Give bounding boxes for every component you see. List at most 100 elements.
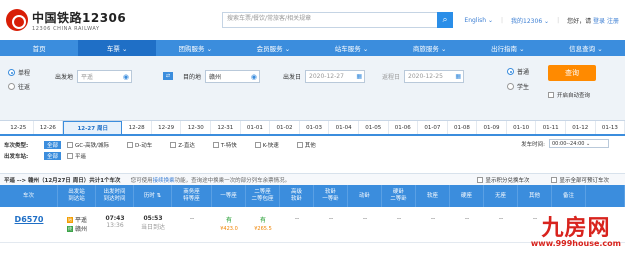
checkbox-box xyxy=(67,152,74,159)
nav-group[interactable]: 团购服务 ⌄ xyxy=(156,40,234,56)
filter-t[interactable]: T-特快 xyxy=(212,141,237,149)
date-tab[interactable]: 01-02 xyxy=(270,121,300,134)
date-tab[interactable]: 01-13 xyxy=(596,121,625,134)
checkbox-label: D-动车 xyxy=(134,142,153,149)
col-label: 软卧 一等卧 xyxy=(322,189,339,202)
watermark: 九房网 www.999house.com xyxy=(531,217,621,248)
my-12306-menu[interactable]: 我的12306 ⌄ xyxy=(511,16,549,25)
logo[interactable]: 中国铁路12306 12306 CHINA RAILWAY xyxy=(6,9,211,32)
date-tab[interactable]: 01-11 xyxy=(536,121,566,134)
cell-first[interactable]: 有 ¥423.0 xyxy=(212,207,246,242)
checkbox-box xyxy=(170,141,177,148)
ticket-type: 普通 学生 xyxy=(507,67,529,91)
display-options: 显示积分兑换车次 显示全部可预订车次 xyxy=(477,176,621,184)
show-points-checkbox[interactable]: 显示积分兑换车次 xyxy=(477,176,529,184)
filter-z[interactable]: Z-直达 xyxy=(170,141,195,149)
col-label: 硬卧 二等卧 xyxy=(390,189,407,202)
depart-field: 出发日 2020-12-27 ▦ xyxy=(283,70,366,83)
col-soft: 软卧 一等卧 xyxy=(314,185,348,207)
date-tab[interactable]: 01-06 xyxy=(389,121,419,134)
nav-station[interactable]: 站车服务 ⌄ xyxy=(313,40,391,56)
query-button[interactable]: 查询 xyxy=(548,65,596,81)
date-tab[interactable]: 01-10 xyxy=(507,121,537,134)
search-input[interactable]: 搜索车票/餐饮/常旅客/相关规章 xyxy=(222,12,437,28)
filter-other[interactable]: 其他 xyxy=(296,141,316,149)
date-tab[interactable]: 12-28 xyxy=(122,121,152,134)
filter-k[interactable]: K-快速 xyxy=(254,141,279,149)
depart-value: 2020-12-27 xyxy=(309,73,344,80)
date-tab[interactable]: 12-31 xyxy=(211,121,241,134)
radio-return[interactable]: 往返 xyxy=(8,82,30,91)
filter-gc[interactable]: GC-高铁/城际 xyxy=(67,141,109,149)
nav-guide[interactable]: 出行指南 ⌄ xyxy=(469,40,547,56)
auto-query-checkbox[interactable]: 开启自动查询 xyxy=(548,91,590,99)
checkbox-label: K-快速 xyxy=(262,142,279,149)
return-date-input[interactable]: 2020-12-25 ▦ xyxy=(404,70,465,83)
route-summary: 平遥 --> 赣州（12月27日 周日）共计1个车次 xyxy=(4,177,121,184)
col-stations[interactable]: 出发站 到达站 xyxy=(58,185,96,207)
filter-all-tag[interactable]: 全部 xyxy=(44,151,62,160)
filter-label: 出发车站: xyxy=(4,153,29,160)
date-tab[interactable]: 01-09 xyxy=(477,121,507,134)
date-tab[interactable]: 12-25 xyxy=(4,121,34,134)
filter-station[interactable]: 平遥 xyxy=(67,152,86,160)
date-tab-selected[interactable]: 12-27 周日 xyxy=(63,121,123,134)
nav-tickets[interactable]: 车票 ⌄ xyxy=(78,40,157,56)
filter-d[interactable]: D-动车 xyxy=(126,141,153,149)
departure-time-select[interactable]: 00:00--24:00 ⌄ xyxy=(549,139,609,148)
to-input[interactable]: 赣州 ◉ xyxy=(205,70,261,83)
to-field: 目的地 赣州 ◉ xyxy=(183,70,261,83)
checkbox-label: Z-直达 xyxy=(178,142,195,149)
radio-normal[interactable]: 普通 xyxy=(507,67,529,76)
to-label: 目的地 xyxy=(183,74,202,81)
top-links: English ⌄ | 我的12306 ⌄ | 您好，请 登录 注册 xyxy=(464,16,619,25)
radio-label: 单程 xyxy=(18,70,31,77)
radio-student[interactable]: 学生 xyxy=(507,82,529,91)
transfer-link[interactable]: 接续换乘 xyxy=(153,178,175,184)
language-switch[interactable]: English ⌄ xyxy=(464,17,493,24)
depart-date-input[interactable]: 2020-12-27 ▦ xyxy=(305,70,366,83)
nav-business[interactable]: 商旅服务 ⌄ xyxy=(391,40,469,56)
register-link[interactable]: 注册 xyxy=(607,18,619,25)
cell-second[interactable]: 有 ¥265.5 xyxy=(246,207,280,242)
nav-info[interactable]: 信息查询 ⌄ xyxy=(547,40,625,56)
date-tab[interactable]: 01-12 xyxy=(566,121,596,134)
date-tab[interactable]: 01-05 xyxy=(359,121,389,134)
nav-home[interactable]: 首页 xyxy=(0,40,78,56)
from-input[interactable]: 平遥 ◉ xyxy=(77,70,133,83)
radio-dot xyxy=(8,69,15,76)
train-number-link[interactable]: D6570 xyxy=(15,215,44,224)
availability: -- xyxy=(328,215,334,222)
cell-hard: -- xyxy=(382,207,416,242)
date-tab[interactable]: 01-03 xyxy=(300,121,330,134)
date-tab[interactable]: 01-08 xyxy=(448,121,478,134)
cell-noseat: -- xyxy=(484,207,518,242)
greeting-text: 您好，请 xyxy=(567,17,592,25)
from-station-filter: 出发车站: 全部 平遥 xyxy=(4,150,621,161)
radio-oneway[interactable]: 单程 xyxy=(8,68,30,77)
radio-dot xyxy=(8,83,15,90)
from-value: 平遥 xyxy=(81,74,94,81)
location-pin-icon: ◉ xyxy=(122,72,130,81)
col-hard: 硬卧 二等卧 xyxy=(382,185,416,207)
radio-dot xyxy=(507,83,514,90)
filter-all-tag[interactable]: 全部 xyxy=(44,140,62,149)
date-tab[interactable]: 12-29 xyxy=(152,121,182,134)
date-tab[interactable]: 01-04 xyxy=(329,121,359,134)
login-link[interactable]: 登录 xyxy=(593,18,605,25)
col-duration[interactable]: 历时 ⇅ xyxy=(134,185,172,207)
col-second: 二等座 二等包座 xyxy=(246,185,280,207)
date-tab[interactable]: 12-30 xyxy=(181,121,212,134)
col-other: 其他 xyxy=(518,185,552,207)
col-times[interactable]: 出发时间 到达时间 xyxy=(96,185,134,207)
nav-member[interactable]: 会员服务 ⌄ xyxy=(234,40,312,56)
date-tab[interactable]: 01-01 xyxy=(241,121,271,134)
search-icon: ⌕ xyxy=(442,15,448,25)
search-button[interactable]: ⌕ xyxy=(437,12,453,28)
date-tab[interactable]: 01-07 xyxy=(418,121,448,134)
col-label: 二等座 二等包座 xyxy=(251,189,274,202)
station-name: 平遥 xyxy=(74,217,87,224)
show-all-checkbox[interactable]: 显示全部可预订车次 xyxy=(551,176,609,184)
date-tab[interactable]: 12-26 xyxy=(34,121,64,134)
swap-stations-button[interactable]: ⇄ xyxy=(163,72,173,80)
